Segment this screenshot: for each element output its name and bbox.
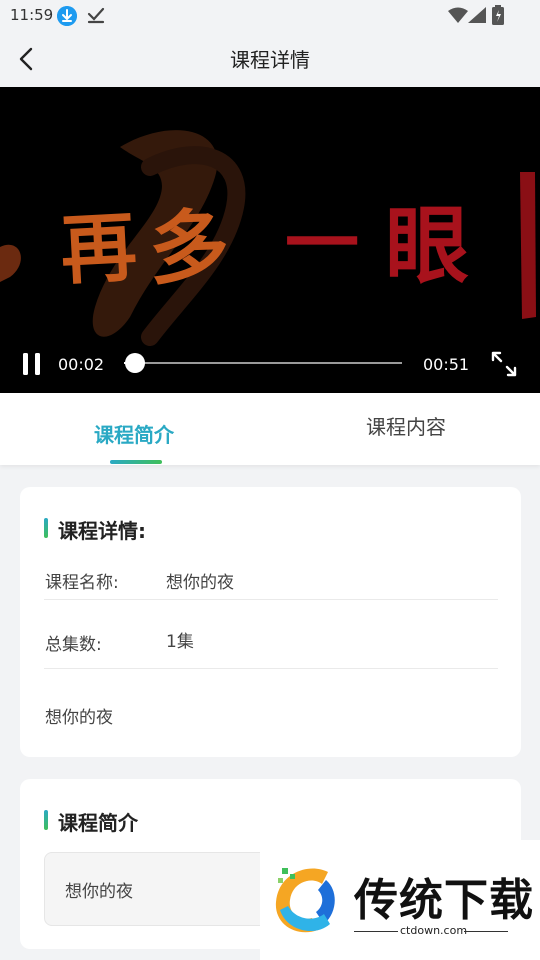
video-artwork: 再 多 一 眼 (0, 87, 540, 393)
details-card-title: 课程详情: (44, 515, 146, 544)
divider (44, 668, 498, 669)
watermark-brand: 传统下载 (354, 875, 534, 926)
check-icon (87, 7, 105, 24)
watermark-logo-icon (275, 868, 335, 933)
wifi-icon (448, 7, 468, 23)
video-player[interactable]: 再 多 一 眼 00:02 00:51 (0, 87, 540, 393)
svg-text:一: 一 (285, 201, 359, 287)
episodes-value: 1集 (166, 632, 194, 652)
battery-icon (492, 5, 504, 25)
signal-icon (468, 7, 486, 23)
total-time: 00:51 (423, 355, 470, 374)
status-bar: 11:59 (0, 0, 540, 32)
svg-text:眼: 眼 (385, 196, 469, 295)
intro-card-title: 课程简介 (44, 807, 138, 836)
episodes-label: 总集数: (45, 635, 102, 655)
seek-bar[interactable] (124, 353, 402, 373)
app-bar: 课程详情 (0, 32, 540, 87)
active-tab-indicator (110, 460, 162, 464)
course-details-card: 课程详情: 课程名称: 想你的夜 总集数: 1集 想你的夜 (20, 487, 521, 757)
watermark: 传统下载 ctdown.com (260, 840, 540, 960)
seek-thumb[interactable] (125, 353, 146, 373)
tab-course-intro[interactable]: 课程简介 (94, 419, 174, 448)
intro-text: 想你的夜 (65, 882, 133, 902)
current-time: 00:02 (58, 355, 105, 374)
watermark-rule-right (464, 931, 508, 932)
page-title: 课程详情 (230, 48, 310, 72)
status-time: 11:59 (10, 6, 54, 24)
svg-text:再: 再 (58, 202, 139, 295)
watermark-domain: ctdown.com (400, 924, 468, 937)
course-description: 想你的夜 (45, 708, 113, 728)
download-icon (57, 6, 77, 26)
watermark-rule-left (354, 931, 398, 932)
course-name-value: 想你的夜 (166, 573, 234, 593)
divider (44, 599, 498, 600)
course-name-label: 课程名称: (45, 573, 119, 593)
tab-bar: 课程简介 课程内容 (0, 393, 540, 465)
pause-icon[interactable] (20, 351, 44, 377)
fullscreen-icon[interactable] (490, 350, 518, 378)
svg-text:多: 多 (147, 199, 230, 296)
tab-course-content[interactable]: 课程内容 (366, 411, 446, 440)
